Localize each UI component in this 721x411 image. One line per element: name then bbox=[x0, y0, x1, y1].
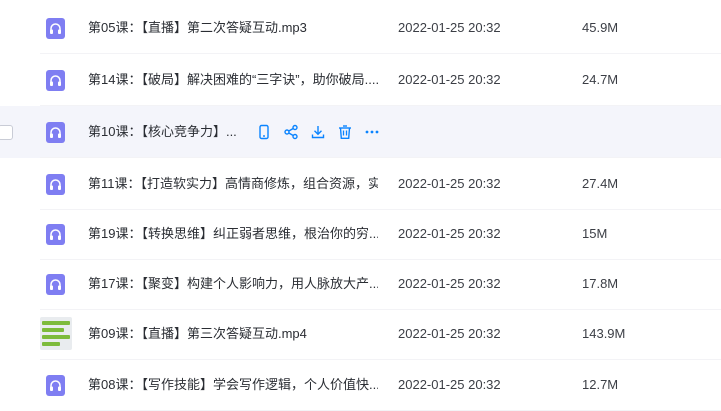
file-date: 2022-01-25 20:32 bbox=[398, 377, 501, 392]
file-row[interactable]: 第14课：【破局】解决困难的“三字诀”，助你破局.... 2022-01-25 … bbox=[0, 54, 721, 106]
file-row[interactable]: 第19课：【转换思维】纠正弱者思维，根治你的穷... 2022-01-25 20… bbox=[0, 208, 721, 260]
file-size: 17.8M bbox=[582, 276, 619, 291]
file-name[interactable]: 第11课：【打造软实力】高情商修炼，组合资源，实... bbox=[88, 158, 378, 210]
trash-icon bbox=[339, 125, 351, 139]
file-size: 15M bbox=[582, 226, 608, 241]
file-row[interactable]: 第09课：【直播】第三次答疑互动.mp4 2022-01-25 20:32 14… bbox=[0, 308, 721, 360]
more-button[interactable] bbox=[363, 123, 381, 141]
video-thumbnail-icon bbox=[40, 317, 72, 350]
file-name[interactable]: 第19课：【转换思维】纠正弱者思维，根治你的穷... bbox=[88, 208, 378, 260]
file-name[interactable]: 第14课：【破局】解决困难的“三字诀”，助你破局.... bbox=[88, 54, 378, 106]
audio-file-icon bbox=[46, 274, 65, 295]
audio-file-icon bbox=[46, 224, 65, 245]
file-size: 24.7M bbox=[582, 72, 619, 87]
more-icon bbox=[365, 130, 379, 134]
delete-button[interactable] bbox=[336, 123, 354, 141]
file-size: 45.9M bbox=[582, 20, 619, 35]
file-name[interactable]: 第05课：【直播】第二次答疑互动.mp3 bbox=[88, 2, 378, 54]
share-button[interactable] bbox=[282, 123, 300, 141]
audio-file-icon bbox=[46, 122, 65, 143]
file-row[interactable]: 第05课：【直播】第二次答疑互动.mp3 2022-01-25 20:32 45… bbox=[0, 2, 721, 54]
file-size: 27.4M bbox=[582, 176, 619, 191]
file-name[interactable]: 第08课：【写作技能】学会写作逻辑，个人价值快... bbox=[88, 359, 378, 411]
file-date: 2022-01-25 20:32 bbox=[398, 72, 501, 87]
file-date: 2022-01-25 20:32 bbox=[398, 20, 501, 35]
thumbnail-stripe bbox=[42, 328, 64, 332]
phone-icon bbox=[259, 124, 269, 140]
file-size: 143.9M bbox=[582, 326, 626, 341]
file-date: 2022-01-25 20:32 bbox=[398, 176, 501, 191]
audio-file-icon bbox=[46, 174, 65, 195]
audio-file-icon bbox=[46, 18, 65, 39]
file-date: 2022-01-25 20:32 bbox=[398, 326, 501, 341]
file-date: 2022-01-25 20:32 bbox=[398, 226, 501, 241]
file-row[interactable]: 第17课：【聚变】构建个人影响力，用人脉放大产... 2022-01-25 20… bbox=[0, 258, 721, 310]
file-name[interactable]: 第09课：【直播】第三次答疑互动.mp4 bbox=[88, 308, 378, 360]
audio-file-icon bbox=[46, 375, 65, 396]
file-size: 12.7M bbox=[582, 377, 619, 392]
file-row-hovered[interactable]: 第10课：【核心竞争力】... bbox=[0, 106, 721, 158]
thumbnail-stripe bbox=[42, 342, 60, 346]
thumbnail-stripe bbox=[42, 321, 70, 325]
thumbnail-stripe bbox=[42, 335, 70, 339]
row-actions bbox=[255, 123, 381, 141]
file-row[interactable]: 第11课：【打造软实力】高情商修炼，组合资源，实... 2022-01-25 2… bbox=[0, 158, 721, 210]
row-checkbox[interactable] bbox=[0, 125, 13, 140]
file-row[interactable]: 第08课：【写作技能】学会写作逻辑，个人价值快... 2022-01-25 20… bbox=[0, 359, 721, 411]
file-date: 2022-01-25 20:32 bbox=[398, 276, 501, 291]
send-to-phone-button[interactable] bbox=[255, 123, 273, 141]
file-list: 第05课：【直播】第二次答疑互动.mp3 2022-01-25 20:32 45… bbox=[0, 0, 721, 411]
share-icon bbox=[284, 124, 298, 140]
download-button[interactable] bbox=[309, 123, 327, 141]
audio-file-icon bbox=[46, 70, 65, 91]
download-icon bbox=[311, 126, 325, 139]
file-name[interactable]: 第17课：【聚变】构建个人影响力，用人脉放大产... bbox=[88, 258, 378, 310]
